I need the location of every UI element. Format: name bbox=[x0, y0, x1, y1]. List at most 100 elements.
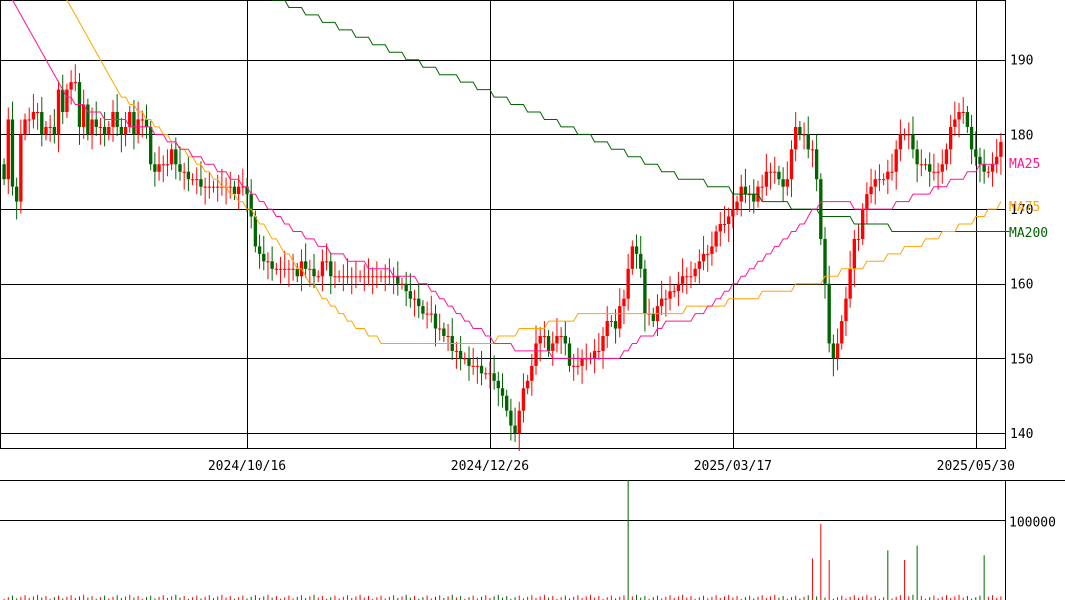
candle-body bbox=[31, 112, 36, 120]
candle-body bbox=[144, 119, 149, 127]
candle-body bbox=[178, 164, 182, 172]
candle-body bbox=[923, 164, 928, 166]
candle-body bbox=[408, 291, 413, 299]
candle-body bbox=[672, 291, 676, 293]
volume-tick-label: 100000 bbox=[1009, 516, 1056, 531]
candle-body bbox=[995, 156, 999, 165]
candle-body bbox=[961, 112, 965, 113]
candle-body bbox=[61, 89, 65, 112]
candle-body bbox=[429, 313, 433, 315]
candle-body bbox=[680, 276, 685, 284]
candle-body bbox=[802, 134, 806, 136]
candle-body bbox=[785, 179, 789, 187]
candle-body bbox=[932, 171, 936, 173]
candle-body bbox=[362, 276, 366, 278]
candle-body bbox=[768, 171, 773, 173]
candle-body bbox=[639, 253, 643, 269]
candle-body bbox=[257, 246, 262, 254]
candle-body bbox=[718, 224, 722, 232]
ma200-line bbox=[271, 0, 1010, 232]
candle-body bbox=[2, 164, 6, 180]
volume-panel: 100000 bbox=[0, 480, 1056, 600]
candle-body bbox=[726, 216, 731, 224]
candle-body bbox=[433, 313, 438, 329]
candle-body bbox=[354, 276, 358, 278]
candle-body bbox=[379, 276, 383, 278]
candle-body bbox=[936, 171, 940, 173]
candle-body bbox=[706, 253, 710, 255]
candle-body bbox=[605, 321, 609, 336]
candle-body bbox=[458, 350, 463, 359]
candle-body bbox=[886, 171, 890, 180]
candle-body bbox=[928, 164, 932, 172]
candle-body bbox=[98, 126, 103, 128]
candle-body bbox=[324, 261, 329, 263]
candle-body bbox=[764, 171, 769, 187]
legend-ma200: MA200 bbox=[1009, 226, 1048, 241]
candle-body bbox=[207, 186, 211, 188]
candle-body bbox=[69, 82, 73, 90]
candle-body bbox=[383, 276, 387, 278]
candle-body bbox=[479, 365, 484, 374]
candle-body bbox=[978, 156, 982, 165]
candle-body bbox=[919, 164, 924, 166]
candle-body bbox=[601, 336, 605, 351]
candle-body bbox=[613, 321, 618, 329]
candle-body bbox=[216, 186, 220, 188]
candle-body bbox=[542, 336, 547, 337]
candle-body bbox=[6, 119, 10, 180]
candle-body bbox=[484, 373, 488, 375]
candle-body bbox=[735, 201, 739, 210]
candle-body bbox=[643, 268, 647, 314]
price-tick-label: 160 bbox=[1010, 278, 1033, 293]
candle-body bbox=[119, 126, 124, 135]
candle-body bbox=[869, 186, 873, 195]
candle-body bbox=[664, 298, 668, 300]
candle-body bbox=[969, 126, 974, 150]
candle-body bbox=[27, 119, 31, 121]
candle-body bbox=[312, 268, 316, 277]
legend-ma75: MA75 bbox=[1009, 200, 1040, 215]
candle-body bbox=[316, 276, 320, 278]
candle-body bbox=[530, 365, 534, 381]
candle-body bbox=[689, 276, 693, 278]
candle-body bbox=[345, 276, 350, 278]
candle-body bbox=[14, 186, 19, 202]
candle-body bbox=[948, 126, 953, 150]
candle-body bbox=[44, 126, 48, 135]
candle-body bbox=[894, 149, 898, 172]
candle-body bbox=[358, 276, 362, 278]
candle-body bbox=[685, 276, 689, 278]
ma25-line bbox=[11, 0, 997, 359]
candle-body bbox=[953, 119, 957, 127]
candle-body bbox=[546, 336, 551, 351]
candle-body bbox=[157, 164, 161, 172]
candle-body bbox=[94, 119, 98, 127]
candle-body bbox=[488, 373, 492, 375]
candle-body bbox=[425, 313, 429, 315]
candle-body bbox=[743, 186, 748, 195]
candle-body bbox=[840, 321, 844, 344]
candle-body bbox=[417, 298, 421, 307]
candle-body bbox=[722, 224, 727, 225]
candle-body bbox=[266, 261, 270, 263]
candle-body bbox=[500, 388, 505, 396]
candle-body bbox=[622, 298, 626, 307]
legend-ma25: MA25 bbox=[1009, 157, 1040, 172]
candle-body bbox=[295, 268, 299, 277]
candle-body bbox=[592, 350, 597, 359]
candle-body bbox=[551, 343, 555, 351]
candle-body bbox=[23, 119, 27, 135]
candle-body bbox=[701, 253, 706, 262]
candle-body bbox=[186, 171, 191, 180]
candle-body bbox=[907, 134, 911, 136]
candle-body bbox=[375, 276, 379, 278]
candle-body bbox=[236, 186, 241, 195]
candle-body bbox=[438, 328, 442, 330]
candle-body bbox=[517, 410, 521, 434]
candle-body bbox=[572, 365, 576, 367]
candle-body bbox=[165, 164, 170, 166]
candle-body bbox=[132, 112, 136, 135]
date-tick-label: 2025/03/17 bbox=[694, 459, 772, 474]
candle-body bbox=[278, 268, 283, 270]
